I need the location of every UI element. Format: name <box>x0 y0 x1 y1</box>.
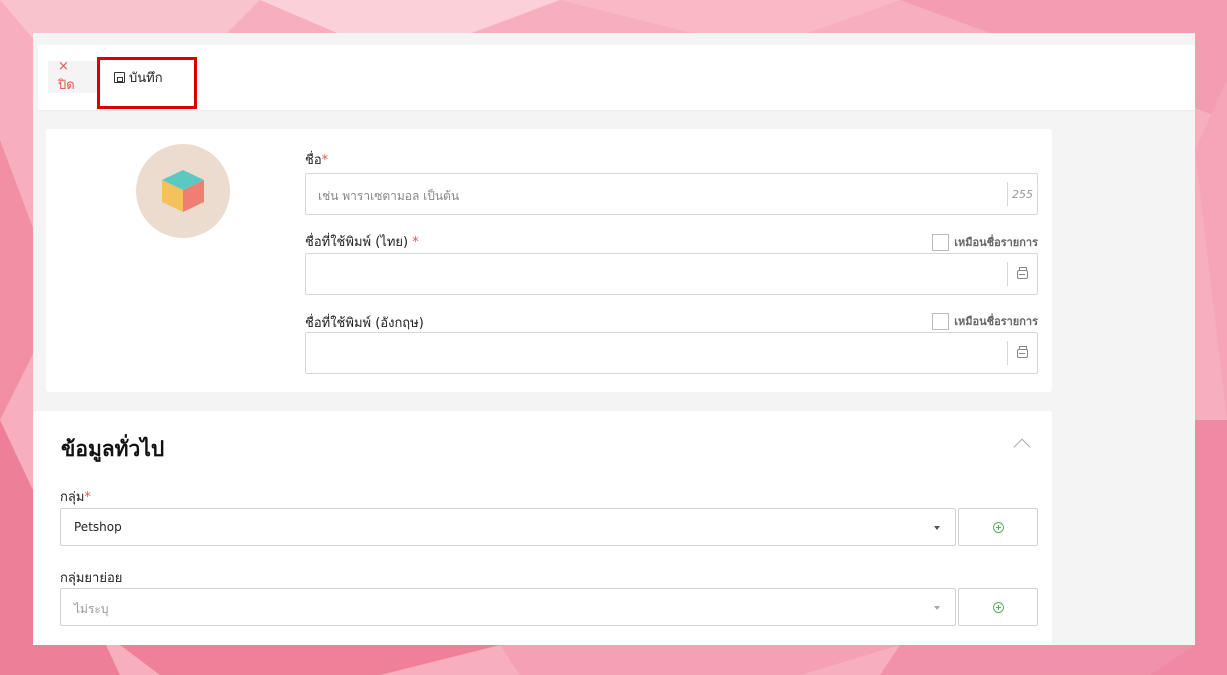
print-th-suffix[interactable] <box>1007 262 1037 286</box>
item-names-card: ชื่อ* เช่น พาราเซตามอล เป็นต้น 255 ชื่อท… <box>46 129 1052 392</box>
same-as-name-th: เหมือนชื่อรายการ <box>932 233 1038 251</box>
same-as-name-th-checkbox[interactable] <box>932 233 950 251</box>
subgroup-select-value: ไม่ระบุ <box>74 602 109 616</box>
item-avatar[interactable] <box>136 144 230 238</box>
plus-circle-icon <box>992 601 1004 613</box>
chevron-up-icon[interactable] <box>1013 438 1031 456</box>
required-mark: * <box>412 235 419 250</box>
toolbar: × ปิด บันทึก <box>38 45 1195 111</box>
same-as-name-th-label: เหมือนชื่อรายการ <box>954 236 1038 249</box>
general-info-card: ข้อมูลทั่วไป กลุ่ม* Petshop กลุ่มยาย่อย … <box>33 411 1052 645</box>
printer-icon <box>1017 345 1028 358</box>
subgroup-select[interactable]: ไม่ระบุ <box>60 588 956 626</box>
same-as-name-en-checkbox[interactable] <box>932 312 950 330</box>
save-icon <box>114 71 125 83</box>
name-label-text: ชื่อ <box>305 153 322 168</box>
group-label: กลุ่ม* <box>60 486 91 507</box>
add-subgroup-button[interactable] <box>958 588 1038 626</box>
print-name-th-label-text: ชื่อที่ใช้พิมพ์ (ไทย) <box>305 235 409 250</box>
subgroup-label-text: กลุ่มยาย่อย <box>60 571 123 586</box>
required-mark: * <box>321 153 329 168</box>
name-max-length: 255 <box>1007 182 1037 206</box>
caret-down-icon <box>934 526 940 530</box>
print-name-th-label: ชื่อที่ใช้พิมพ์ (ไทย) * <box>305 231 419 252</box>
group-select-value: Petshop <box>74 520 122 534</box>
save-button[interactable]: บันทึก <box>104 61 188 93</box>
add-group-button[interactable] <box>958 508 1038 546</box>
print-en-suffix[interactable] <box>1007 341 1037 365</box>
required-mark: * <box>84 490 91 505</box>
item-form-window: × ปิด บันทึก ชื่อ* เช่น พาราเซตามอล เป็น… <box>33 33 1195 645</box>
close-button[interactable]: × ปิด <box>48 59 98 93</box>
plus-circle-icon <box>992 521 1004 533</box>
same-as-name-en: เหมือนชื่อรายการ <box>932 312 1038 330</box>
name-input[interactable]: เช่น พาราเซตามอล เป็นต้น 255 <box>305 173 1038 215</box>
subgroup-label: กลุ่มยาย่อย <box>60 567 122 588</box>
name-label: ชื่อ* <box>305 149 328 170</box>
group-label-text: กลุ่ม <box>60 490 85 505</box>
print-name-en-input[interactable] <box>305 332 1038 374</box>
print-name-en-label: ชื่อที่ใช้พิมพ์ (อังกฤษ) <box>305 312 424 333</box>
caret-down-icon <box>934 606 940 610</box>
close-button-label: × ปิด <box>58 59 75 93</box>
group-select[interactable]: Petshop <box>60 508 956 546</box>
print-name-th-input[interactable] <box>305 253 1038 295</box>
save-button-label: บันทึก <box>129 70 163 86</box>
cube-icon <box>162 170 204 212</box>
same-as-name-en-label: เหมือนชื่อรายการ <box>954 315 1038 328</box>
printer-icon <box>1017 266 1028 279</box>
print-name-en-label-text: ชื่อที่ใช้พิมพ์ (อังกฤษ) <box>305 316 424 331</box>
section-title: ข้อมูลทั่วไป <box>61 437 165 461</box>
name-input-placeholder: เช่น พาราเซตามอล เป็นต้น <box>318 189 460 203</box>
